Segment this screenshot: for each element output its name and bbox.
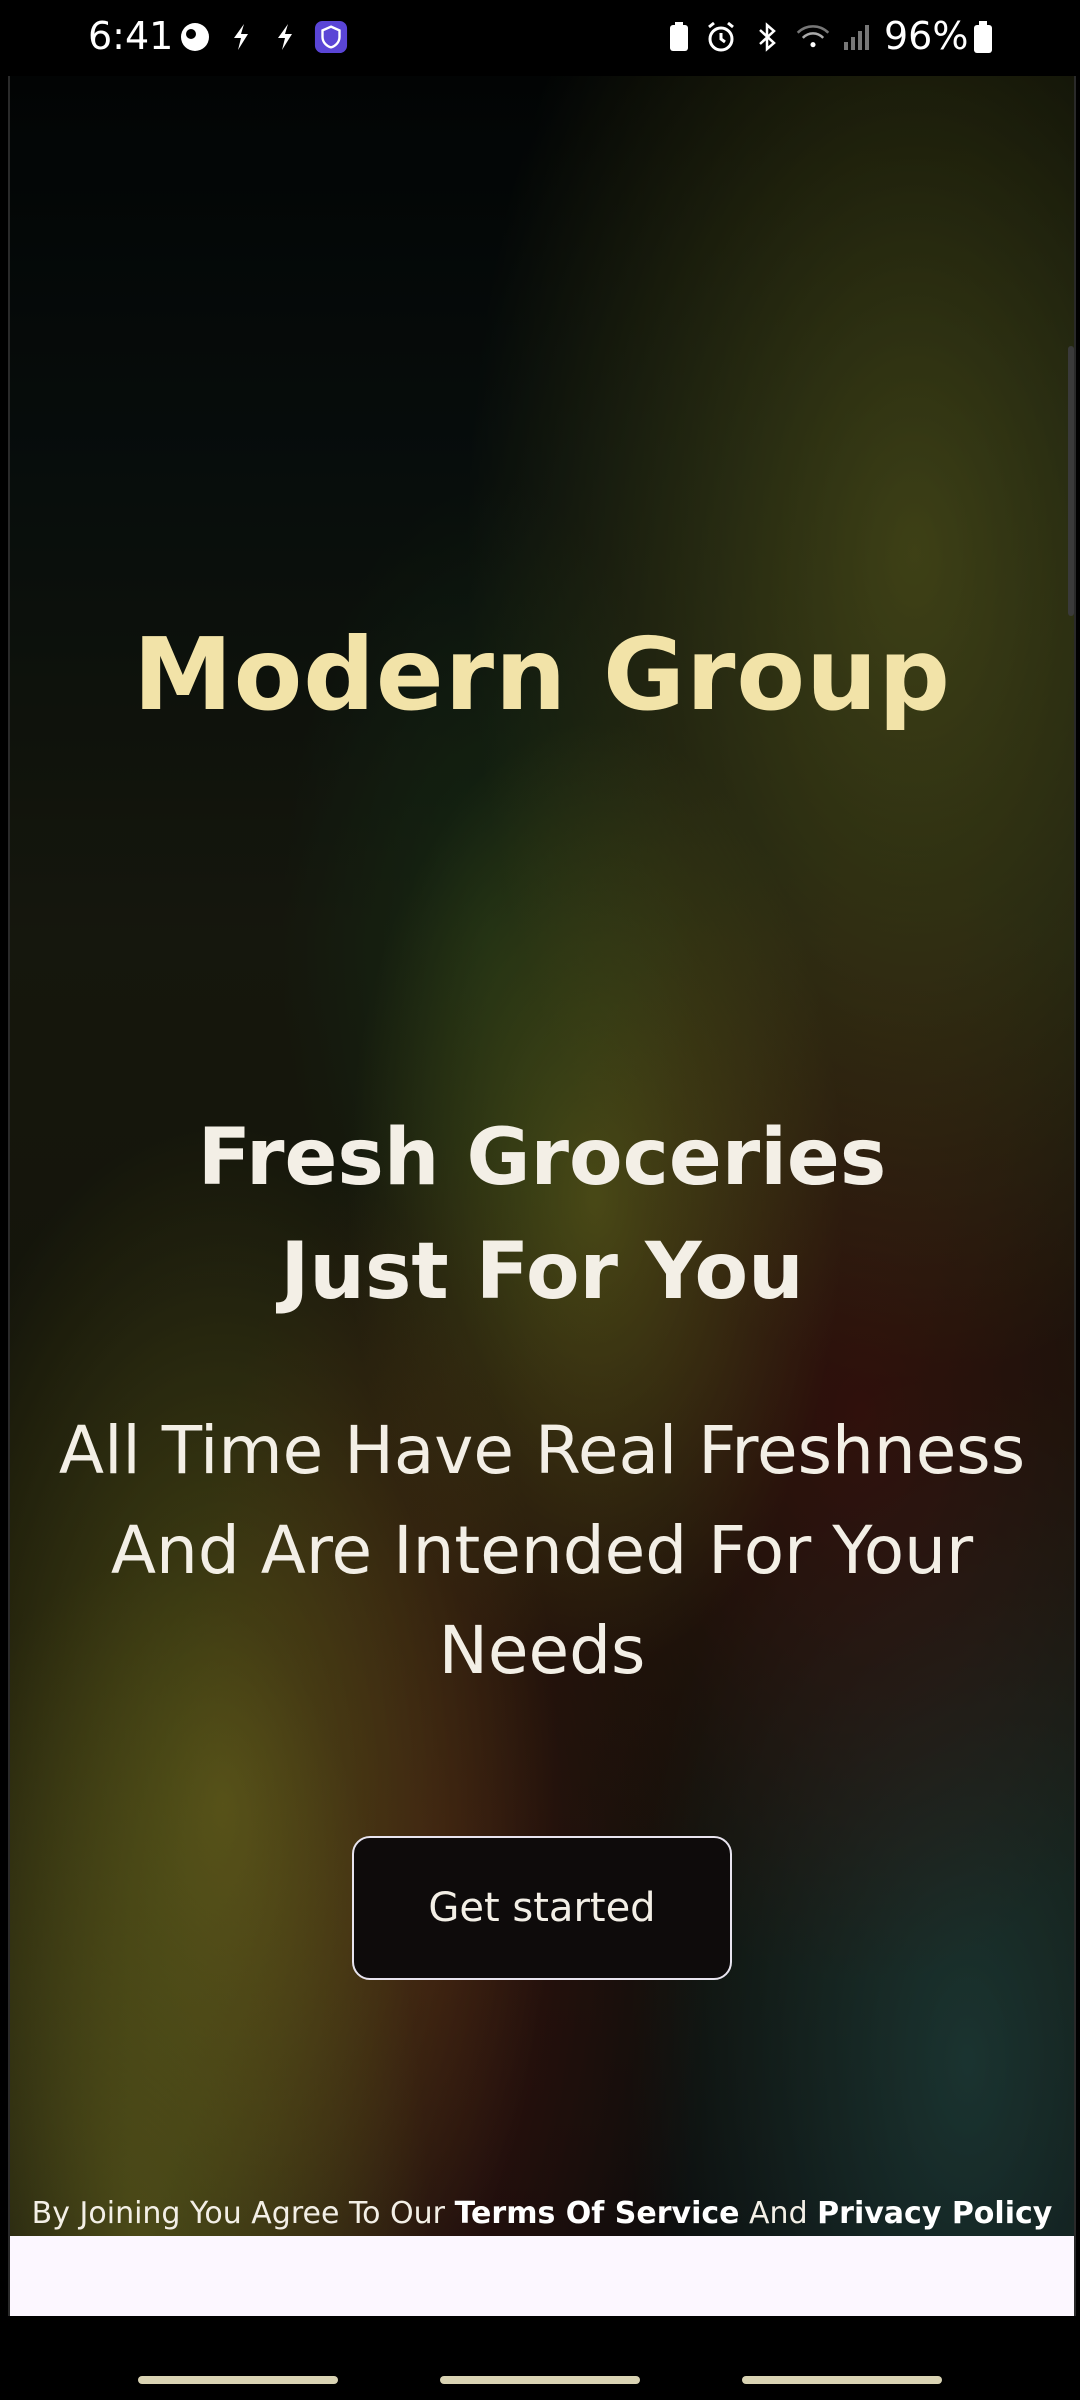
bluetooth-icon xyxy=(750,20,784,54)
hero-subtitle: All Time Have Real Freshness And Are Int… xyxy=(58,1412,1026,1689)
terms-prefix: By Joining You Agree To Our xyxy=(31,2196,446,2231)
flash-notification-icon xyxy=(224,20,258,54)
nav-back-handle[interactable] xyxy=(742,2376,942,2384)
privacy-policy-link[interactable]: Privacy Policy xyxy=(817,2196,1052,2231)
terms-connector: And xyxy=(749,2196,808,2231)
terms-of-service-link[interactable]: Terms Of Service xyxy=(455,2196,740,2231)
get-started-button[interactable]: Get started xyxy=(352,1836,732,1980)
signal-icon xyxy=(840,20,874,54)
navigation-bar xyxy=(0,2316,1080,2400)
battery-icon xyxy=(966,20,1000,54)
scrollbar[interactable] xyxy=(1068,346,1074,616)
alarm-icon xyxy=(704,20,738,54)
wifi-icon xyxy=(796,20,830,54)
battery-saver-icon xyxy=(662,20,696,54)
get-started-label: Get started xyxy=(428,1885,656,1931)
status-bar: 6:41 96% xyxy=(0,0,1080,76)
terms-notice: By Joining You Agree To Our Terms Of Ser… xyxy=(10,2196,1074,2231)
battery-percent: 96% xyxy=(884,14,969,58)
app-title: Modern Group xyxy=(133,616,951,733)
notification-app-icon xyxy=(178,20,212,54)
status-time: 6:41 xyxy=(88,14,174,58)
vpn-shield-icon xyxy=(314,20,348,54)
flash-notification-icon-2 xyxy=(268,20,302,54)
hero-heading: Fresh Groceries Just For You xyxy=(197,1113,887,1317)
nav-recents-handle[interactable] xyxy=(138,2376,338,2384)
app-screen: Modern Group Fresh Groceries Just For Yo… xyxy=(8,76,1076,2316)
nav-home-handle[interactable] xyxy=(440,2376,640,2384)
bottom-strip xyxy=(10,2236,1074,2316)
